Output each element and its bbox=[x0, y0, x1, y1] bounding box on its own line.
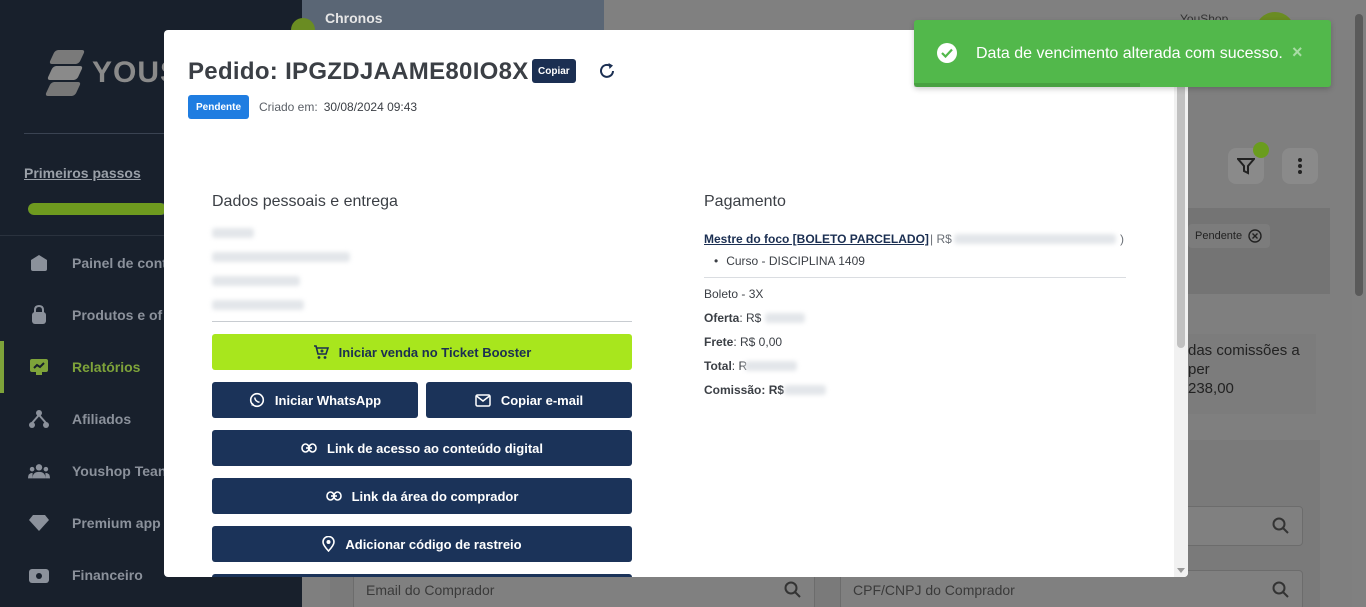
redacted-product-price bbox=[954, 234, 1116, 244]
toast-message: Data de vencimento alterada com sucesso. bbox=[976, 45, 1283, 62]
order-title: Pedido: IPGZDJAAME80IO8X bbox=[188, 58, 529, 85]
header-title: Chronos bbox=[325, 10, 383, 26]
payment-title: Pagamento bbox=[704, 193, 786, 210]
buyer-email-placeholder: Email do Comprador bbox=[366, 582, 495, 598]
whatsapp-icon bbox=[249, 392, 265, 408]
status-badge: Pendente bbox=[188, 95, 250, 119]
logo-mark-icon bbox=[44, 48, 86, 98]
total-label: Total bbox=[704, 359, 732, 373]
copy-email-label: Copiar e-mail bbox=[500, 392, 584, 408]
payment-shipping-row: Frete: R$ 0,00 bbox=[704, 335, 782, 349]
digital-content-link-button[interactable]: Link de acesso ao conteúdo digital bbox=[212, 430, 632, 466]
refresh-icon[interactable] bbox=[597, 61, 617, 81]
scroll-down-arrow-icon[interactable] bbox=[1177, 568, 1185, 573]
shipping-label: Frete bbox=[704, 335, 734, 349]
payment-total-row: Total: R bbox=[704, 359, 747, 373]
active-filters-area bbox=[1180, 208, 1330, 294]
search-icon bbox=[1272, 517, 1289, 534]
copy-email-button[interactable]: Copiar e-mail bbox=[426, 382, 632, 418]
offer-prefix: : R$ bbox=[739, 311, 762, 325]
team-icon bbox=[28, 460, 50, 482]
first-steps-progress-fill bbox=[28, 203, 166, 215]
payment-offer-row: Oferta: R$ bbox=[704, 311, 761, 325]
offer-label: Oferta bbox=[704, 311, 740, 325]
buyer-area-link-button[interactable]: Link da área do comprador bbox=[212, 478, 632, 514]
redacted-document bbox=[212, 300, 304, 310]
copy-order-id-button[interactable]: Copiar bbox=[532, 59, 576, 83]
commission-card-label-2: per bbox=[1188, 361, 1210, 378]
redacted-email bbox=[212, 252, 350, 262]
sidebar-item-label: Youshop Tean bbox=[72, 463, 167, 479]
next-action-button[interactable] bbox=[212, 574, 632, 577]
redacted-total-value bbox=[745, 361, 797, 371]
sidebar-item-label: Relatórios bbox=[72, 359, 141, 375]
commission-card-text: das comissões a per 238,00 bbox=[1188, 341, 1300, 398]
mail-icon bbox=[475, 393, 491, 407]
ticket-booster-label: Iniciar venda no Ticket Booster bbox=[338, 344, 532, 360]
ticket-booster-button[interactable]: Iniciar venda no Ticket Booster bbox=[212, 334, 632, 370]
close-icon[interactable]: × bbox=[1292, 42, 1303, 63]
redacted-phone bbox=[212, 276, 300, 286]
sidebar-item-label: Premium app bbox=[72, 515, 161, 531]
buyer-cpf-placeholder: CPF/CNPJ do Comprador bbox=[853, 582, 1015, 598]
first-steps-link[interactable]: Primeiros passos bbox=[24, 165, 141, 181]
add-tracking-code-button[interactable]: Adicionar código de rastreio bbox=[212, 526, 632, 562]
search-icon bbox=[1272, 581, 1289, 598]
buyer-area-link-label: Link da área do comprador bbox=[351, 488, 519, 504]
created-value: 30/08/2024 09:43 bbox=[323, 100, 418, 114]
order-modal: Pedido: IPGZDJAAME80IO8X Copiar Pendente… bbox=[164, 30, 1188, 577]
filter-chip-status[interactable]: Pendente bbox=[1188, 224, 1270, 248]
search-icon bbox=[784, 581, 801, 598]
payment-commission-row: Comissão: R$ bbox=[704, 383, 784, 397]
check-circle-icon bbox=[937, 43, 957, 63]
sidebar-item-label: Financeiro bbox=[72, 567, 143, 583]
redacted-offer-value bbox=[765, 313, 805, 323]
sidebar-item-label: Produtos e of bbox=[72, 307, 163, 323]
sidebar-item-label: Painel de cont bbox=[72, 255, 167, 271]
close-circle-icon[interactable] bbox=[1248, 229, 1262, 243]
cart-icon bbox=[313, 344, 329, 360]
bag-icon bbox=[28, 304, 50, 326]
created-label: Criado em: bbox=[259, 100, 318, 114]
redacted-commission-value bbox=[784, 385, 826, 395]
payment-method: Boleto - 3X bbox=[704, 287, 764, 301]
link-icon bbox=[325, 491, 342, 501]
commission-label: Comissão bbox=[704, 383, 762, 397]
page-scrollbar-thumb[interactable] bbox=[1355, 14, 1363, 296]
product-price-suffix: ) bbox=[1120, 232, 1124, 246]
add-tracking-code-label: Adicionar código de rastreio bbox=[345, 536, 522, 552]
whatsapp-label: Iniciar WhatsApp bbox=[274, 392, 382, 408]
created-date: Criado em: 30/08/2024 09:43 bbox=[259, 100, 417, 114]
commission-card-value: 238,00 bbox=[1188, 380, 1234, 397]
filter-icon bbox=[1237, 158, 1255, 175]
report-icon bbox=[28, 356, 50, 378]
payment-divider bbox=[704, 277, 1126, 278]
filter-active-dot bbox=[1253, 142, 1269, 158]
sidebar-item-label: Afiliados bbox=[72, 411, 132, 427]
personal-data-divider bbox=[212, 321, 632, 322]
shipping-value: : R$ 0,00 bbox=[733, 335, 783, 349]
commission-prefix: : R$ bbox=[761, 383, 785, 397]
product-link[interactable]: Mestre do foco [BOLETO PARCELADO] bbox=[704, 232, 929, 246]
whatsapp-button[interactable]: Iniciar WhatsApp bbox=[212, 382, 418, 418]
digital-content-link-label: Link de acesso ao conteúdo digital bbox=[327, 440, 543, 456]
commission-card-label: das comissões a bbox=[1188, 342, 1300, 359]
more-options-button[interactable] bbox=[1282, 148, 1318, 184]
finance-icon bbox=[28, 564, 50, 586]
kebab-icon bbox=[1298, 158, 1302, 174]
filter-chip-label: Pendente bbox=[1195, 230, 1243, 242]
toast-timer-bar bbox=[914, 83, 1140, 87]
logo: YOUS bbox=[44, 48, 181, 98]
dashboard-icon bbox=[28, 252, 50, 274]
product-item: Curso - DISCIPLINA 1409 bbox=[714, 254, 865, 268]
redacted-name bbox=[212, 228, 254, 238]
success-toast: Data de vencimento alterada com sucesso.… bbox=[914, 20, 1331, 87]
modal-scrollbar-thumb[interactable] bbox=[1177, 44, 1185, 348]
product-price-prefix: | R$ bbox=[930, 232, 952, 246]
diamond-icon bbox=[28, 512, 50, 534]
personal-data-title: Dados pessoais e entrega bbox=[212, 193, 398, 210]
location-pin-icon bbox=[322, 536, 336, 552]
affiliates-icon bbox=[28, 408, 50, 430]
link-icon bbox=[301, 443, 317, 453]
